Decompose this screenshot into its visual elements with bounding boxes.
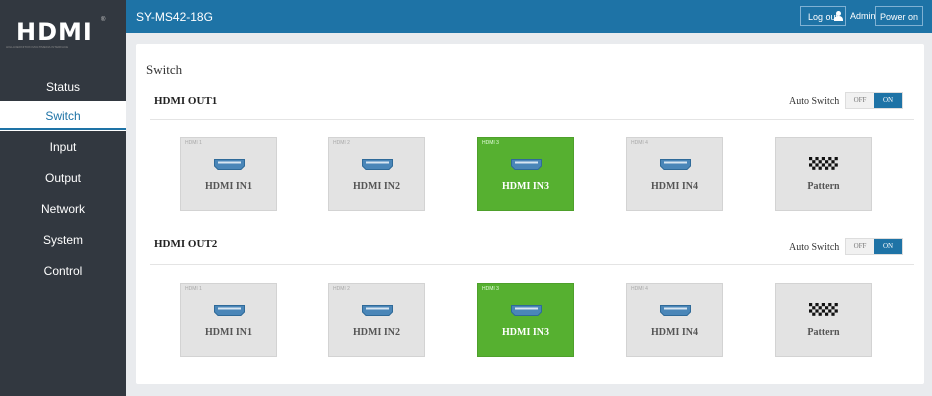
pattern-source-tile[interactable]: Pattern: [775, 137, 872, 211]
hdmi-port-icon: [511, 157, 542, 170]
input-tag: HDMI 2: [333, 286, 350, 292]
checker-pattern-icon: [809, 303, 838, 316]
logo-tagline: HIGH-DEFINITION MULTIMEDIA INTERFACE: [6, 45, 69, 49]
input-tag: HDMI 1: [185, 140, 202, 146]
input-source-tile[interactable]: HDMI 1 HDMI IN1: [180, 283, 277, 357]
hdmi-port-icon: [660, 157, 691, 170]
sidebar-item-system[interactable]: System: [0, 225, 126, 255]
hdmi-port-icon: [511, 303, 542, 316]
input-label: HDMI IN4: [651, 327, 698, 338]
input-label: HDMI IN3: [502, 181, 549, 192]
hdmi-port-icon: [362, 303, 393, 316]
input-source-tile[interactable]: HDMI 4 HDMI IN4: [626, 137, 723, 211]
top-bar: SY-MS42-18G Admin Log out Power on: [126, 0, 932, 33]
sidebar-item-status[interactable]: Status: [0, 72, 126, 102]
toggle-off-option[interactable]: OFF: [846, 93, 874, 108]
auto-switch-toggle-1[interactable]: OFF ON: [845, 92, 903, 109]
input-tag: HDMI 1: [185, 286, 202, 292]
input-tag: HDMI 4: [631, 140, 648, 146]
sidebar-item-control[interactable]: Control: [0, 256, 126, 286]
hdmi-port-icon: [214, 157, 245, 170]
input-source-tile[interactable]: HDMI 1 HDMI IN1: [180, 137, 277, 211]
device-model: SY-MS42-18G: [136, 10, 213, 24]
input-tag: HDMI 3: [482, 140, 499, 146]
sidebar: HDMI ® HIGH-DEFINITION MULTIMEDIA INTERF…: [0, 0, 126, 396]
input-source-tile[interactable]: HDMI 2 HDMI IN2: [328, 137, 425, 211]
input-source-tile[interactable]: HDMI 3 HDMI IN3: [477, 283, 574, 357]
user-name: Admin: [850, 11, 876, 21]
auto-switch-label-1: Auto Switch: [789, 96, 840, 107]
checker-pattern-icon: [809, 157, 838, 170]
input-label: HDMI IN1: [205, 327, 252, 338]
registered-mark: ®: [101, 17, 106, 23]
toggle-off-option[interactable]: OFF: [846, 239, 874, 254]
input-label: Pattern: [807, 327, 840, 338]
input-label: HDMI IN4: [651, 181, 698, 192]
input-label: HDMI IN3: [502, 327, 549, 338]
input-source-tile[interactable]: HDMI 4 HDMI IN4: [626, 283, 723, 357]
hdmi-port-icon: [660, 303, 691, 316]
auto-switch-label-2: Auto Switch: [789, 242, 840, 253]
hdmi-logo: HDMI ® HIGH-DEFINITION MULTIMEDIA INTERF…: [0, 0, 126, 60]
hdmi-port-icon: [362, 157, 393, 170]
input-label: HDMI IN2: [353, 327, 400, 338]
sidebar-item-output[interactable]: Output: [0, 163, 126, 193]
input-tag: HDMI 3: [482, 286, 499, 292]
toggle-on-option[interactable]: ON: [874, 239, 902, 254]
divider: [150, 264, 914, 265]
active-nav-indicator: [0, 128, 126, 130]
input-label: Pattern: [807, 181, 840, 192]
input-tag: HDMI 2: [333, 140, 350, 146]
page-title: Switch: [146, 62, 183, 77]
pattern-source-tile[interactable]: Pattern: [775, 283, 872, 357]
hdmi-port-icon: [214, 303, 245, 316]
output-2-title: HDMI OUT2: [154, 238, 218, 250]
divider: [150, 119, 914, 120]
logo-text: HDMI: [16, 18, 93, 46]
input-tag: HDMI 4: [631, 286, 648, 292]
sidebar-item-network[interactable]: Network: [0, 194, 126, 224]
input-label: HDMI IN1: [205, 181, 252, 192]
output-1-title: HDMI OUT1: [154, 95, 218, 107]
power-on-button[interactable]: Power on: [875, 6, 923, 26]
auto-switch-toggle-2[interactable]: OFF ON: [845, 238, 903, 255]
toggle-on-option[interactable]: ON: [874, 93, 902, 108]
input-source-tile[interactable]: HDMI 2 HDMI IN2: [328, 283, 425, 357]
input-label: HDMI IN2: [353, 181, 400, 192]
logout-button[interactable]: Log out: [800, 6, 846, 26]
input-source-tile[interactable]: HDMI 3 HDMI IN3: [477, 137, 574, 211]
sidebar-item-switch[interactable]: Switch: [0, 101, 126, 131]
sidebar-item-input[interactable]: Input: [0, 132, 126, 162]
